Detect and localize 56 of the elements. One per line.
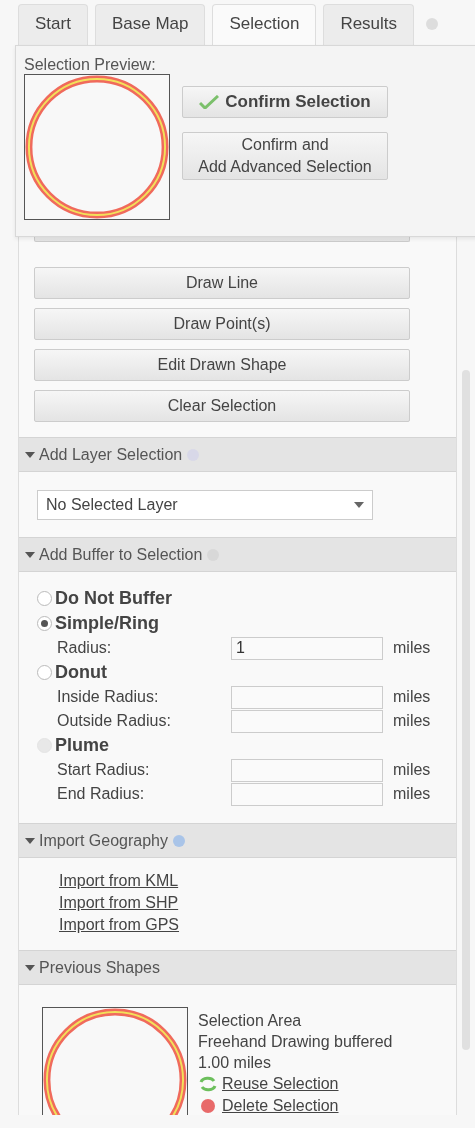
section-header[interactable]: Add Layer Selection — [19, 437, 456, 472]
field-label: Radius: — [57, 639, 113, 657]
option-label: Do Not Buffer — [55, 588, 172, 609]
draw-button[interactable]: Edit Drawn Shape — [34, 349, 410, 381]
section-header[interactable]: Previous Shapes — [19, 950, 456, 985]
section-header[interactable]: Import Geography — [19, 823, 456, 858]
field-label: Inside Radius: — [57, 688, 160, 706]
field-label: Outside Radius: — [57, 712, 172, 730]
check-icon — [199, 95, 220, 109]
reuse-icon — [198, 1076, 218, 1092]
reuse-link[interactable]: Reuse Selection — [222, 1073, 339, 1095]
import-link[interactable]: Import from GPS — [59, 914, 180, 936]
shape-distance: 1.00 miles — [198, 1053, 272, 1073]
caret-icon — [25, 551, 35, 558]
option-label: Donut — [55, 662, 107, 683]
option-label: Plume — [55, 735, 110, 756]
radius-input[interactable] — [231, 758, 383, 782]
import-link[interactable]: Import from KML — [59, 870, 179, 892]
confirm-button[interactable]: Confirm Selection — [182, 86, 388, 118]
tab[interactable]: Start — [18, 4, 88, 45]
import-link[interactable]: Import from SHP — [59, 892, 179, 914]
draw-button[interactable]: Clear Selection — [34, 390, 410, 422]
caret-icon — [25, 837, 35, 844]
section-header[interactable]: Add Buffer to Selection — [19, 537, 456, 572]
close-icon[interactable] — [425, 17, 440, 31]
unit-label: miles — [393, 639, 432, 657]
unit-label: miles — [393, 712, 432, 730]
unit-label: miles — [393, 785, 432, 803]
dropdown-icon — [354, 502, 364, 508]
radio-button[interactable] — [37, 616, 52, 631]
field-label: Start Radius: — [57, 761, 151, 779]
field-label: End Radius: — [57, 785, 146, 803]
unit-label: miles — [393, 761, 432, 779]
delete-link[interactable]: Delete Selection — [222, 1095, 339, 1115]
shape-description: Freehand Drawing buffered — [198, 1032, 393, 1052]
radius-input[interactable] — [231, 782, 383, 806]
layer-select[interactable]: No Selected Layer — [37, 490, 373, 520]
draw-button[interactable]: Draw Point(s) — [34, 308, 410, 340]
caret-icon — [25, 964, 35, 971]
tab[interactable]: Results — [323, 4, 415, 45]
caret-icon — [25, 451, 35, 458]
option-label: Simple/Ring — [55, 613, 159, 634]
popup-title: Selection Preview: — [24, 56, 157, 74]
radius-input[interactable] — [231, 709, 383, 733]
tab[interactable]: Base Map — [94, 4, 206, 45]
tab[interactable]: Selection — [212, 4, 317, 45]
radio-button[interactable] — [37, 591, 52, 606]
radius-input[interactable]: 1 — [231, 636, 383, 660]
confirm-advanced-button[interactable]: Confirm and Add Advanced Selection — [182, 132, 388, 180]
help-icon[interactable] — [171, 833, 186, 848]
draw-button[interactable]: Draw Line — [34, 267, 410, 299]
delete-icon — [198, 1098, 218, 1114]
radius-input[interactable] — [231, 685, 383, 709]
shape-title: Selection Area — [198, 1011, 303, 1031]
radio-button[interactable] — [37, 665, 52, 680]
unit-label: miles — [393, 688, 432, 706]
